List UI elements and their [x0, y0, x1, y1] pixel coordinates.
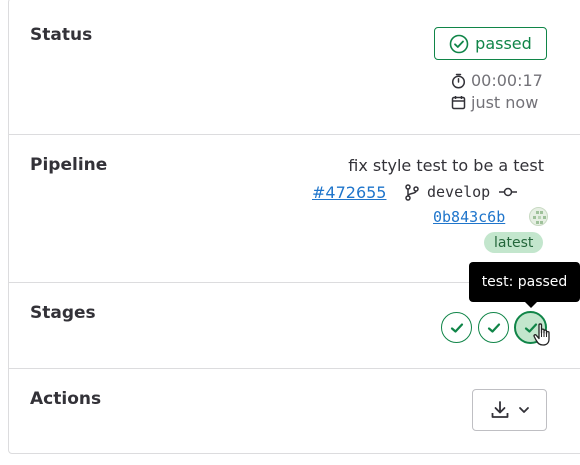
actions-row: Actions — [9, 369, 580, 455]
status-badge-text: passed — [475, 34, 532, 53]
duration-text: 00:00:17 — [471, 71, 543, 90]
stage-tooltip: test: passed — [469, 262, 580, 308]
commit-sha-link[interactable]: 0b843c6b — [433, 208, 505, 226]
pipeline-row: Pipeline fix style test to be a test #47… — [9, 135, 580, 283]
commit-icon — [499, 187, 518, 197]
hand-cursor-icon — [533, 323, 550, 346]
check-icon — [450, 322, 463, 333]
actions-label: Actions — [30, 389, 102, 409]
branch-name: develop — [427, 183, 491, 201]
commit-title: fix style test to be a test — [348, 156, 544, 175]
latest-badge: latest — [484, 232, 544, 253]
identicon-icon — [533, 211, 546, 224]
download-artifacts-dropdown[interactable] — [472, 389, 547, 431]
branch[interactable]: develop — [405, 183, 518, 201]
pipeline-id-link[interactable]: #472655 — [312, 183, 386, 202]
pipeline-label: Pipeline — [30, 155, 108, 175]
check-icon — [487, 322, 500, 333]
finished-time: just now — [451, 93, 538, 112]
timer-icon — [451, 73, 466, 89]
status-badge[interactable]: passed — [434, 27, 547, 60]
finished-time-text: just now — [471, 93, 539, 112]
duration: 00:00:17 — [451, 71, 543, 90]
calendar-icon — [451, 96, 466, 110]
download-icon — [491, 401, 508, 418]
avatar[interactable] — [529, 207, 548, 226]
branch-icon — [405, 183, 419, 201]
status-row: Status passed 00:00:17 just now — [9, 0, 580, 135]
status-label: Status — [30, 25, 93, 45]
stage-button-1[interactable] — [441, 312, 472, 343]
pipeline-info-panel: Status passed 00:00:17 just now Pipeline — [8, 0, 580, 454]
check-circle-icon — [449, 34, 469, 53]
stages-label: Stages — [30, 303, 96, 323]
chevron-down-icon — [518, 407, 529, 413]
stage-button-2[interactable] — [478, 312, 509, 343]
